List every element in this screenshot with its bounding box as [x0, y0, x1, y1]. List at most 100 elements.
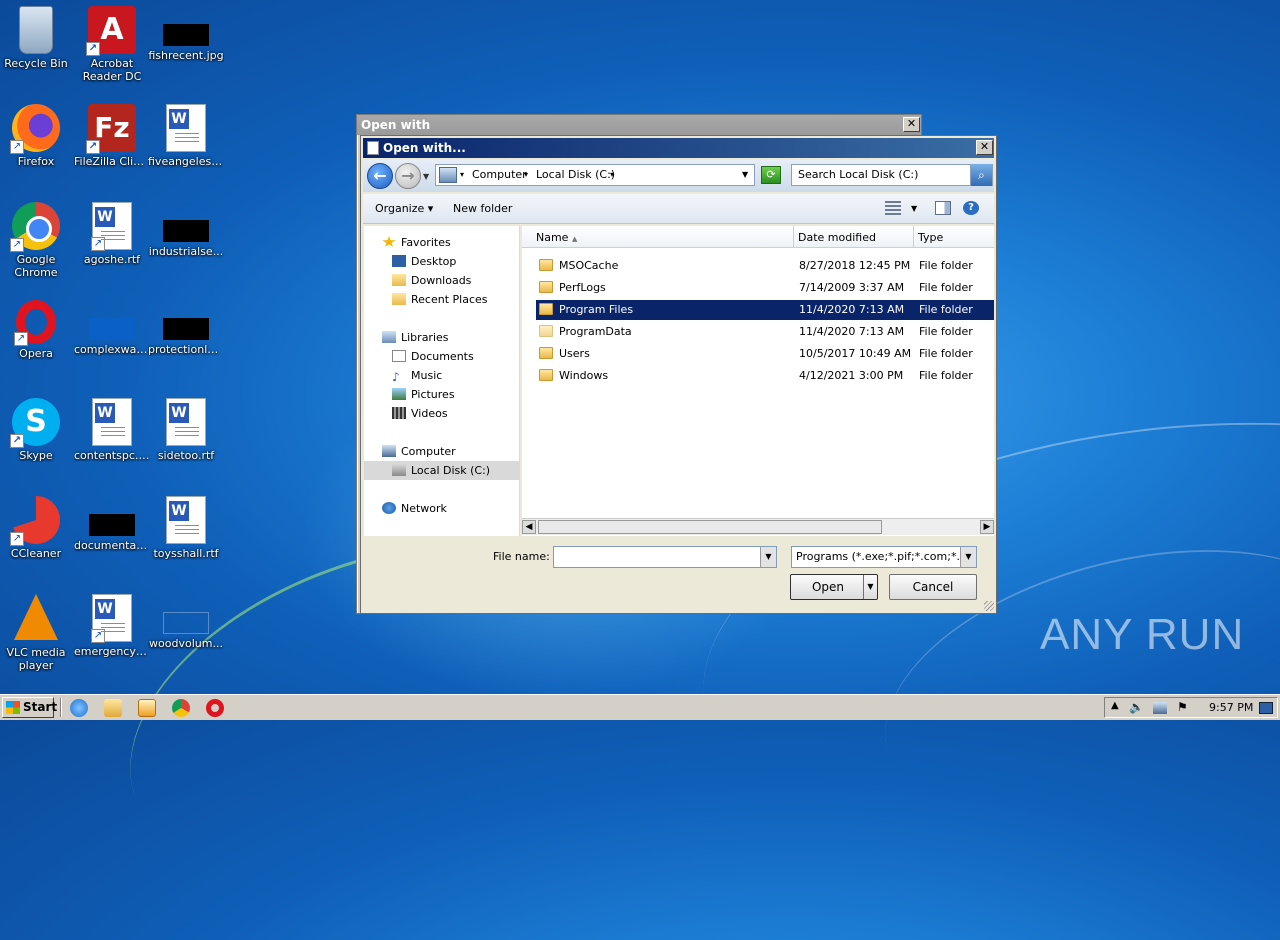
refresh-icon[interactable]: ⟳	[761, 166, 781, 184]
file-name-label: File name:	[493, 550, 550, 563]
table-row[interactable]: Windows 4/12/2021 3:00 PM File folder	[536, 366, 994, 386]
desktop-icon-sidetoo[interactable]: sidetoo.rtf	[148, 398, 224, 462]
network-icon	[382, 502, 396, 514]
new-folder-button[interactable]: New folder	[453, 202, 512, 215]
nav-music[interactable]: ♪ Music	[392, 369, 442, 383]
close-icon[interactable]: ✕	[903, 117, 920, 132]
chevron-down-icon[interactable]: ▾	[524, 170, 528, 179]
nav-videos[interactable]: Videos	[392, 407, 448, 420]
desktop-icon-recycle-bin[interactable]: Recycle Bin	[0, 6, 74, 70]
desktop-icon-documentati[interactable]: documentati...	[74, 496, 150, 552]
organize-button[interactable]: Organize ▾	[375, 202, 433, 215]
file-name: Windows	[559, 369, 609, 382]
explorer-folder-icon[interactable]	[104, 699, 122, 717]
show-hidden-icons-icon[interactable]: ▲	[1111, 700, 1119, 711]
address-bar[interactable]: ▾ Computer ▾ Local Disk (C:) ▾ ▼	[435, 164, 755, 186]
chrome-icon: ↗	[10, 202, 60, 252]
nav-local-disk[interactable]: Local Disk (C:)	[392, 464, 490, 477]
column-name[interactable]: Name ▲	[522, 226, 794, 248]
desktop-icon-acrobat[interactable]: A ↗ Acrobat Reader DC	[74, 6, 150, 83]
show-desktop-icon[interactable]	[1259, 702, 1273, 714]
nav-libraries[interactable]: Libraries	[382, 331, 449, 344]
desktop-icon-woodvolum[interactable]: woodvolum...	[148, 594, 224, 650]
desktop-icon-fiveangeles[interactable]: fiveangeles.rtf	[148, 104, 224, 168]
desktop-icon-industrialse[interactable]: industrialse...	[148, 202, 224, 258]
file-name-input[interactable]: ▼	[553, 546, 777, 568]
view-dropdown-icon[interactable]: ▼	[911, 204, 917, 213]
file-list: Name ▲ Date modified Type MSOCache 8/27/…	[522, 226, 994, 536]
table-row[interactable]: PerfLogs 7/14/2009 3:37 AM File folder	[536, 278, 994, 298]
clock[interactable]: 9:57 PM	[1209, 701, 1253, 714]
desktop-icon-ccleaner[interactable]: ↗ CCleaner	[0, 496, 74, 560]
table-row[interactable]: ProgramData 11/4/2020 7:13 AM File folde…	[536, 322, 994, 342]
acrobat-icon: A ↗	[86, 6, 136, 56]
resize-grip-icon[interactable]	[984, 601, 994, 611]
file-type: File folder	[919, 347, 973, 360]
nav-computer[interactable]: Computer	[382, 445, 456, 458]
desktop-icon-label: emergencyh...	[74, 645, 150, 658]
close-icon[interactable]: ✕	[976, 140, 993, 155]
file-name: Users	[559, 347, 590, 360]
desktop-icon-vlc[interactable]: VLC media player	[0, 594, 74, 672]
action-center-flag-icon[interactable]: ⚑	[1177, 700, 1188, 714]
volume-icon[interactable]: 🔈	[1129, 700, 1144, 714]
table-row[interactable]: Users 10/5/2017 10:49 AM File folder	[536, 344, 994, 364]
column-date-modified[interactable]: Date modified	[794, 226, 914, 248]
opera-icon[interactable]	[206, 699, 224, 717]
media-player-icon[interactable]	[138, 699, 156, 717]
scrollbar-thumb[interactable]	[538, 520, 882, 534]
chrome-icon[interactable]	[172, 699, 190, 717]
drive-icon	[392, 464, 406, 476]
desktop-icon-chrome[interactable]: ↗ Google Chrome	[0, 202, 74, 279]
table-row-selected[interactable]: Program Files 11/4/2020 7:13 AM File fol…	[536, 300, 994, 320]
desktop-icon-skype[interactable]: S ↗ Skype	[0, 398, 74, 462]
nav-pictures[interactable]: Pictures	[392, 388, 455, 401]
desktop-icon-emergencyh[interactable]: ↗ emergencyh...	[74, 594, 150, 658]
desktop-icon-firefox[interactable]: ↗ Firefox	[0, 104, 74, 168]
nav-recent-places[interactable]: Recent Places	[392, 293, 488, 306]
desktop-icon-contentspc[interactable]: contentspc.rtf	[74, 398, 150, 462]
chevron-down-icon[interactable]: ▾	[460, 170, 464, 179]
folder-icon	[539, 369, 553, 381]
internet-explorer-icon[interactable]	[70, 699, 88, 717]
network-icon[interactable]	[1153, 702, 1167, 714]
nav-downloads[interactable]: Downloads	[392, 274, 471, 287]
cancel-button[interactable]: Cancel	[889, 574, 977, 600]
open-dropdown-icon[interactable]: ▼	[863, 575, 877, 599]
desktop-icon-label: VLC media player	[6, 646, 66, 672]
desktop-icon-toysshall[interactable]: toysshall.rtf	[148, 496, 224, 560]
back-button[interactable]: ←	[367, 163, 393, 189]
address-dropdown-icon[interactable]: ▼	[742, 170, 748, 179]
nav-favorites[interactable]: Favorites	[382, 236, 451, 249]
scroll-left-icon[interactable]: ◀	[522, 520, 536, 534]
chevron-down-icon[interactable]: ▼	[760, 547, 776, 567]
desktop-icon-fishrecent[interactable]: fishrecent.jpg	[148, 6, 224, 62]
breadcrumb-computer[interactable]: Computer	[472, 168, 527, 181]
desktop-icon-filezilla[interactable]: Fz ↗ FileZilla Client	[74, 104, 150, 168]
desktop-icon-complexwat[interactable]: complexwat...	[74, 300, 150, 356]
desktop-icon-agoshe[interactable]: ↗ agoshe.rtf	[74, 202, 150, 266]
chevron-down-icon[interactable]: ▼	[960, 547, 976, 567]
desktop-icon-opera[interactable]: ↗ Opera	[0, 300, 74, 360]
nav-desktop[interactable]: Desktop	[392, 255, 456, 268]
table-row[interactable]: MSOCache 8/27/2018 12:45 PM File folder	[536, 256, 994, 276]
file-type-filter[interactable]: Programs (*.exe;*.pif;*.com;*.ba ▼	[791, 546, 977, 568]
forward-button[interactable]: →	[395, 163, 421, 189]
help-icon[interactable]: ?	[963, 201, 979, 215]
search-input[interactable]: Search Local Disk (C:) ⌕	[791, 164, 993, 186]
history-dropdown-icon[interactable]: ▼	[423, 172, 429, 181]
search-icon[interactable]: ⌕	[970, 164, 992, 186]
nav-documents[interactable]: Documents	[392, 350, 474, 363]
nav-network[interactable]: Network	[382, 502, 447, 515]
downloads-folder-icon	[392, 274, 406, 286]
preview-pane-icon[interactable]	[935, 201, 951, 215]
desktop-icon-protectionlo[interactable]: protectionlo...	[148, 300, 224, 356]
scroll-right-icon[interactable]: ▶	[980, 520, 994, 534]
view-list-icon[interactable]	[885, 201, 901, 215]
start-button[interactable]: Start	[2, 697, 57, 718]
breadcrumb-local-disk[interactable]: Local Disk (C:)	[536, 168, 615, 181]
horizontal-scrollbar[interactable]: ◀ ▶	[522, 518, 994, 535]
column-type[interactable]: Type	[914, 226, 994, 248]
chevron-down-icon[interactable]: ▾	[610, 170, 614, 179]
open-button[interactable]: Open ▼	[790, 574, 878, 600]
